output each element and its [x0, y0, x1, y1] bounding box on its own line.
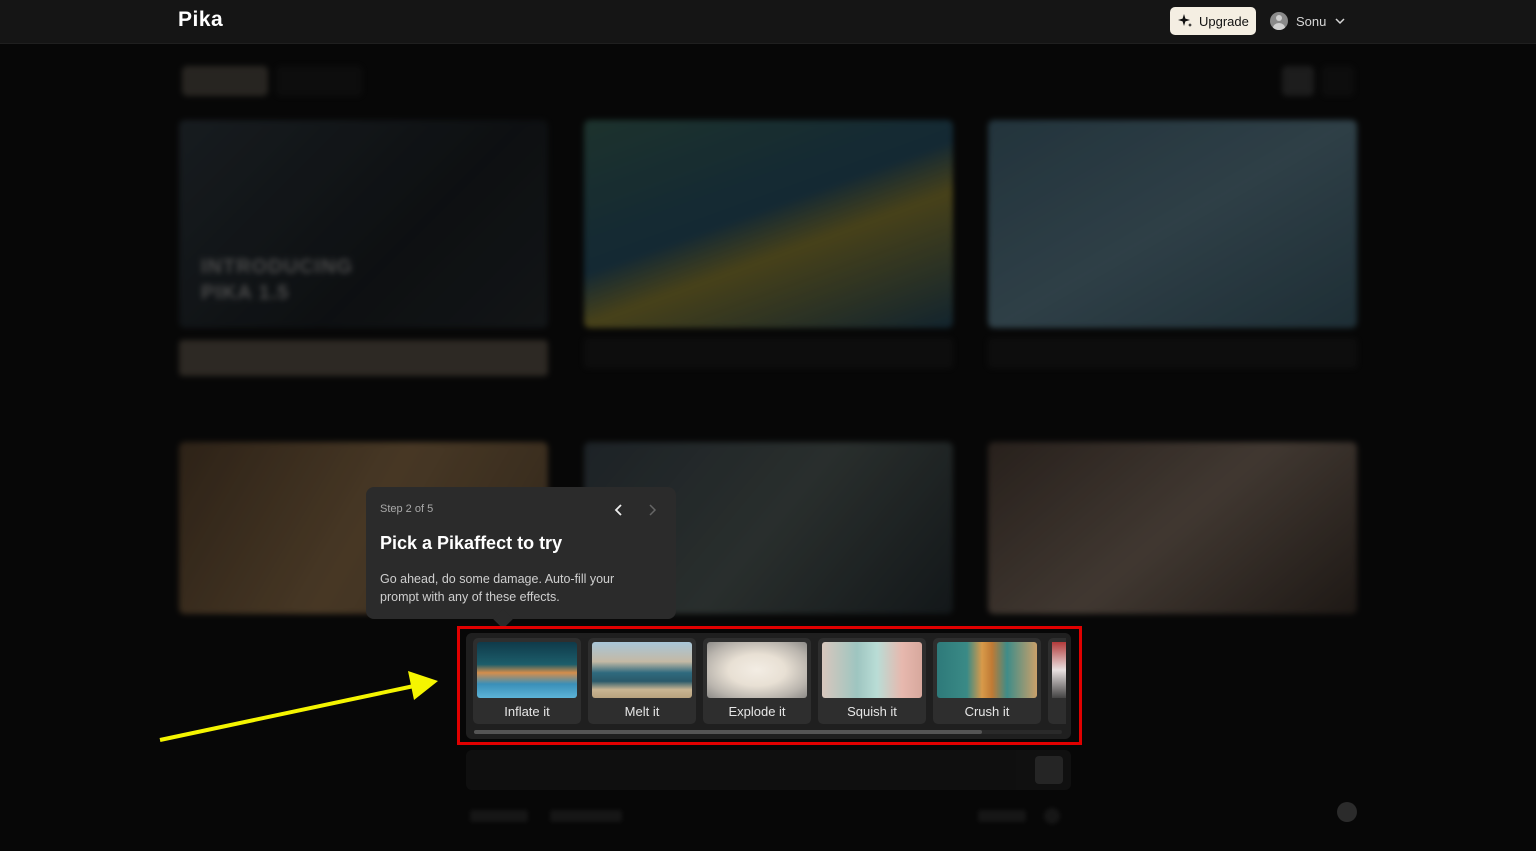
- chevron-left-icon[interactable]: [610, 501, 628, 519]
- chevron-down-icon: [1335, 18, 1345, 25]
- send-button[interactable]: [1035, 756, 1063, 784]
- chevron-right-icon[interactable]: [643, 501, 661, 519]
- prompt-input[interactable]: [466, 750, 1071, 790]
- tooltip-body: Go ahead, do some damage. Auto-fill your…: [380, 572, 615, 604]
- top-bar: Pika Upgrade Sonu: [0, 0, 1536, 44]
- app-logo[interactable]: Pika: [178, 8, 223, 32]
- tooltip-title: Pick a Pikaffect to try: [380, 533, 563, 553]
- highlight-box: [457, 626, 1082, 745]
- prompt-tools: [466, 806, 1071, 826]
- page: INTRODUCING PIKA 1.5 Pika Upgrade Sonu S…: [0, 0, 1536, 851]
- upgrade-button[interactable]: Upgrade: [1170, 7, 1256, 35]
- onboarding-tooltip: Step 2 of 5 Pick a Pikaffect to try Go a…: [366, 487, 676, 619]
- user-name: Sonu: [1296, 13, 1327, 29]
- user-menu[interactable]: Sonu: [1270, 11, 1346, 31]
- upgrade-label: Upgrade: [1199, 13, 1249, 29]
- sparkle-icon: [1178, 14, 1192, 27]
- avatar: [1270, 12, 1288, 30]
- help-icon[interactable]: [1337, 802, 1357, 822]
